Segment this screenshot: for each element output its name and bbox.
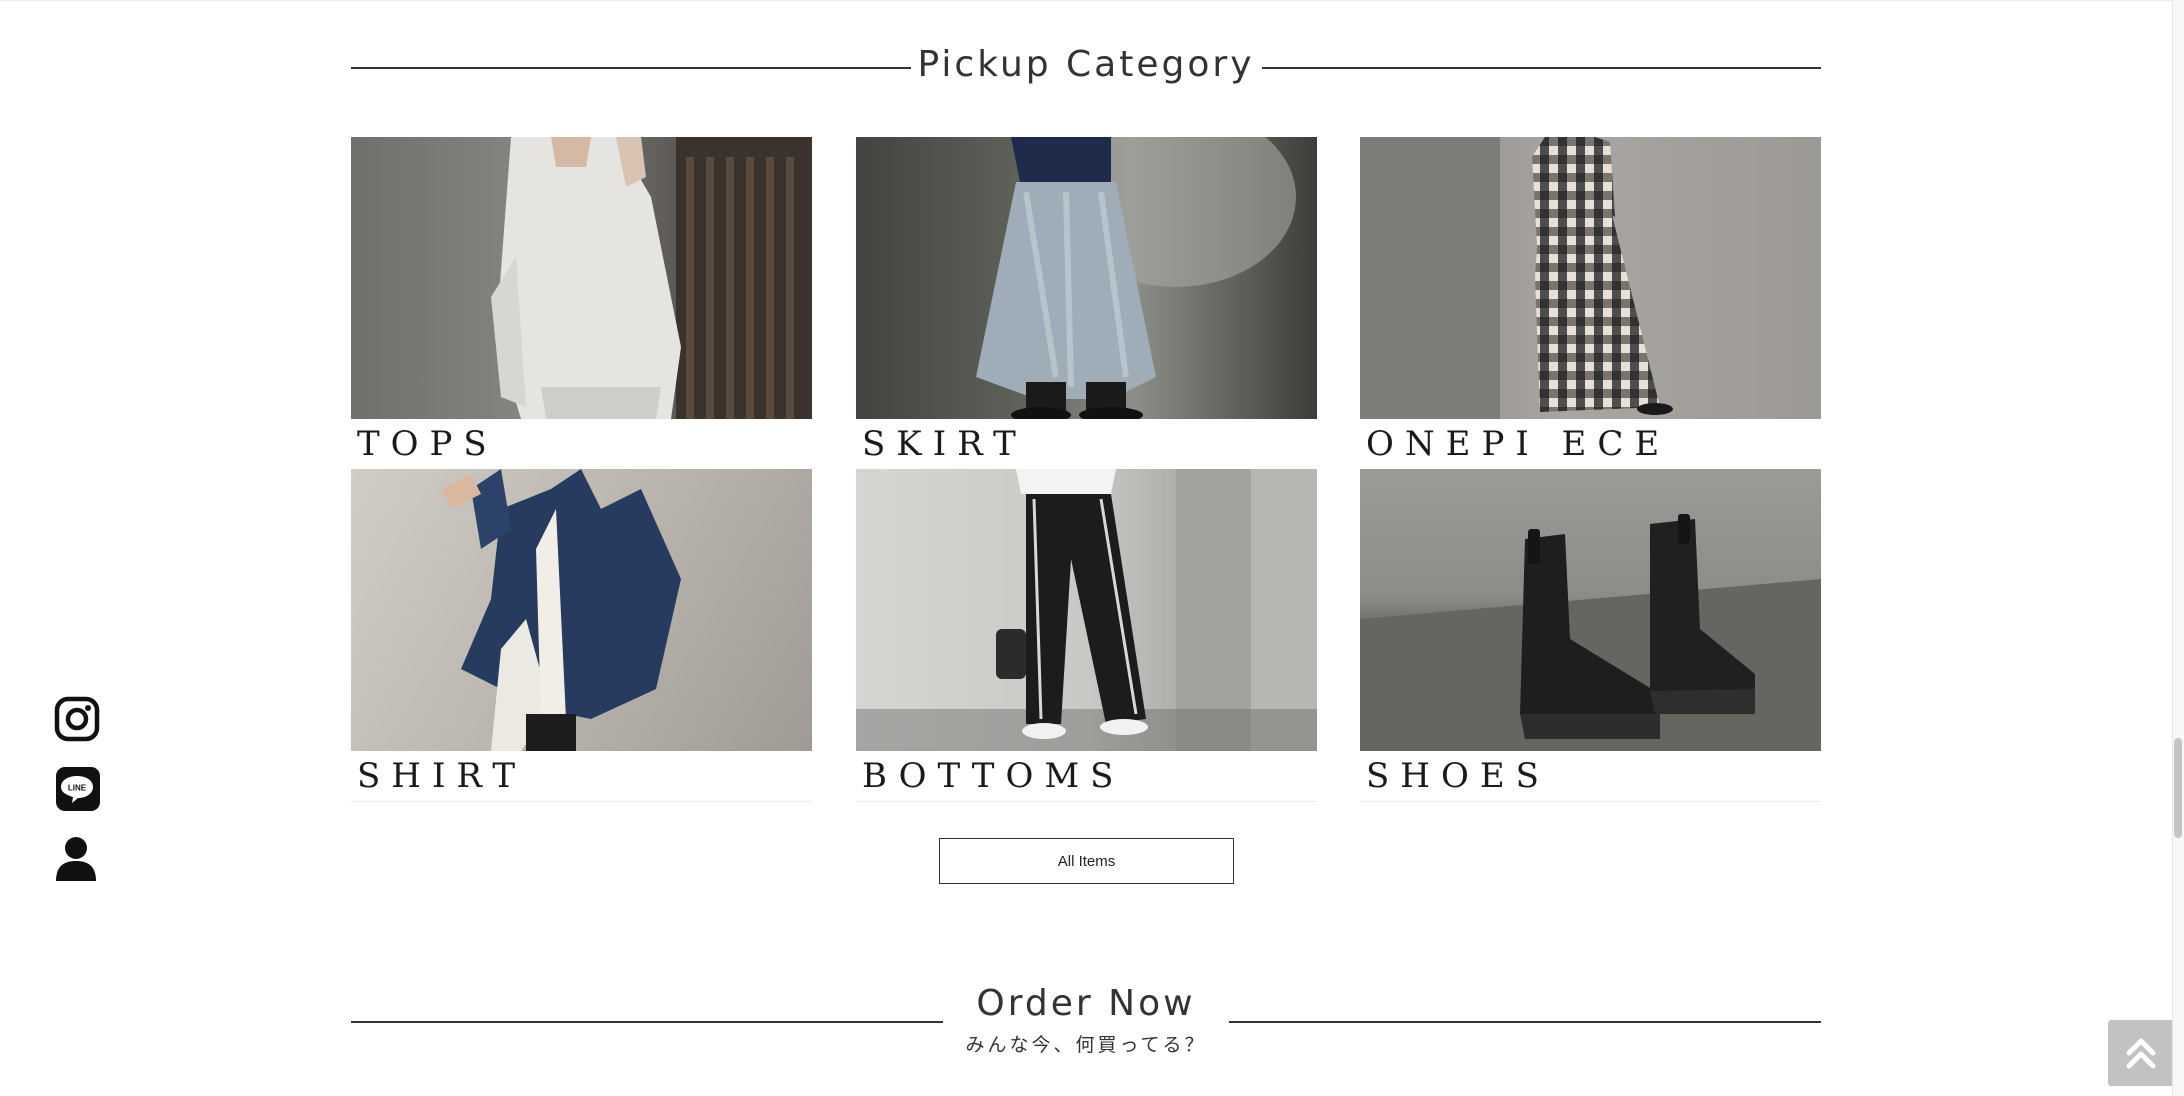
category-card-shirt[interactable]: SHIRT xyxy=(351,469,812,802)
category-image-onepiece[interactable] xyxy=(1360,137,1821,419)
pickup-category-title: Pickup Category xyxy=(917,44,1255,85)
category-image-skirt[interactable] xyxy=(856,137,1317,419)
category-card-onepiece[interactable]: ONEPI ECE xyxy=(1360,137,1821,470)
category-image-bottoms[interactable] xyxy=(856,469,1317,751)
back-to-top-button[interactable] xyxy=(2108,1020,2174,1086)
category-label-skirt[interactable]: SKIRT xyxy=(862,424,1027,464)
category-label-shoes[interactable]: SHOES xyxy=(1366,756,1550,796)
category-label-tops[interactable]: TOPS xyxy=(357,424,498,464)
category-underline xyxy=(1360,801,1821,802)
svg-text:LINE: LINE xyxy=(68,784,87,793)
header-rule-right xyxy=(1229,1021,1821,1023)
category-label-bottoms[interactable]: BOTTOMS xyxy=(862,756,1124,796)
category-image-tops[interactable] xyxy=(351,137,812,419)
header-rule-right xyxy=(1262,67,1821,69)
order-now-subtitle: みんな今、何買ってる？ xyxy=(965,1034,1207,1056)
pickup-category-header: Pickup Category xyxy=(351,40,1821,100)
double-chevron-up-icon xyxy=(2126,1038,2156,1069)
page-scrollbar-track[interactable] xyxy=(2172,0,2184,1096)
category-card-tops[interactable]: TOPS xyxy=(351,137,812,470)
category-card-skirt[interactable]: SKIRT xyxy=(856,137,1317,470)
top-divider xyxy=(0,0,2172,1)
order-now-title: Order Now xyxy=(976,983,1196,1024)
category-label-onepiece[interactable]: ONEPI ECE xyxy=(1366,424,1670,464)
page-scrollbar-thumb[interactable] xyxy=(2174,738,2182,838)
category-label-shirt[interactable]: SHIRT xyxy=(357,756,526,796)
order-now-header: Order Now みんな今、何買ってる？ xyxy=(351,978,1821,1078)
category-underline xyxy=(856,801,1317,802)
user-account-icon[interactable] xyxy=(54,835,100,881)
category-underline xyxy=(351,801,812,802)
category-image-shoes[interactable] xyxy=(1360,469,1821,751)
category-image-shirt[interactable] xyxy=(351,469,812,751)
line-icon[interactable]: LINE xyxy=(54,765,100,811)
instagram-icon[interactable] xyxy=(54,696,100,742)
category-card-bottoms[interactable]: BOTTOMS xyxy=(856,469,1317,802)
category-card-shoes[interactable]: SHOES xyxy=(1360,469,1821,802)
all-items-button[interactable]: All Items xyxy=(939,838,1234,884)
